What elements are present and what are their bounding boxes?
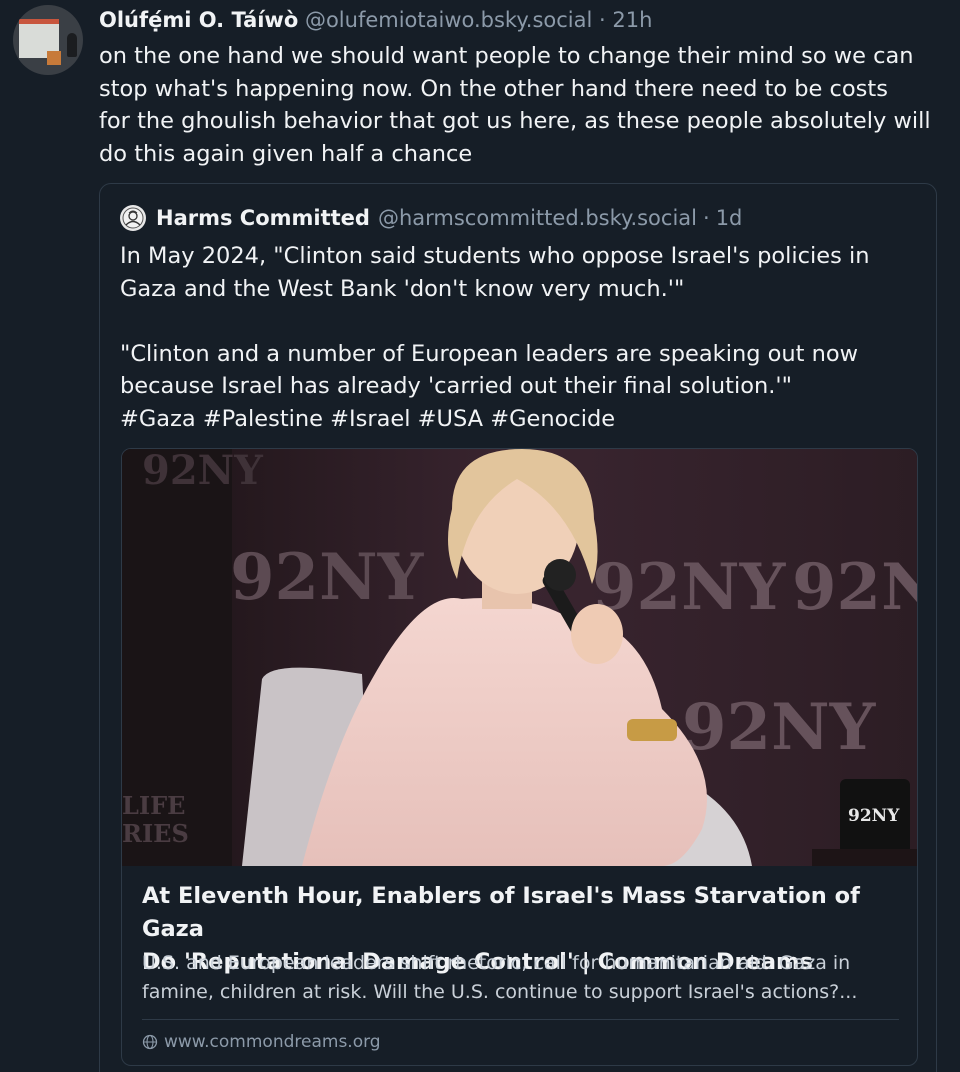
post-text: on the one hand we should want people to… [99, 43, 931, 167]
side-text-line-1: LIFE [122, 791, 185, 820]
separator-dot: · [599, 8, 606, 32]
link-card-description: U.S. and European leaders shift rhetoric… [142, 952, 858, 1003]
backdrop-logo-2: 92NY [592, 550, 787, 625]
side-text-line-2: RIES [122, 819, 189, 848]
author-name[interactable]: Olúfẹ́mi O. Táíwò [99, 8, 298, 32]
link-card-divider [142, 1019, 899, 1020]
quoted-post-text: In May 2024, "Clinton said students who … [120, 243, 870, 432]
backdrop-logo-5: 92NY [142, 449, 263, 494]
backdrop-logo-3: 92NY [792, 550, 918, 625]
link-card-domain-row[interactable]: www.commondreams.org [142, 1030, 381, 1054]
globe-icon [142, 1034, 158, 1050]
quoted-post-header: Harms Committed @harmscommitted.bsky.soc… [120, 204, 742, 232]
quoted-author-name[interactable]: Harms Committed [156, 204, 370, 232]
link-card-image[interactable]: 92NY 92NY 92NY 92NY 92NY LIFE RIES [122, 449, 918, 866]
avatar-podium [47, 51, 61, 65]
portrait-icon [122, 207, 144, 229]
link-card[interactable]: 92NY 92NY 92NY 92NY 92NY LIFE RIES [121, 448, 918, 1066]
post-header: Olúfẹ́mi O. Táíwò @olufemiotaiwo.bsky.so… [99, 6, 652, 34]
link-card-photo: 92NY 92NY 92NY 92NY 92NY LIFE RIES [122, 449, 918, 866]
link-card-domain: www.commondreams.org [164, 1032, 381, 1052]
post: Olúfẹ́mi O. Táíwò @olufemiotaiwo.bsky.so… [0, 0, 960, 1072]
author-avatar[interactable] [13, 5, 83, 75]
backdrop-logo-1: 92NY [230, 540, 425, 615]
avatar-person [67, 33, 77, 57]
quoted-separator-dot: · [703, 206, 710, 230]
backdrop-side-text: LIFE RIES [122, 791, 194, 848]
quoted-post-time[interactable]: 1d [716, 204, 743, 232]
backdrop-logo-4: 92NY [682, 690, 877, 765]
post-time[interactable]: 21h [612, 8, 652, 32]
quoted-post[interactable]: Harms Committed @harmscommitted.bsky.soc… [99, 183, 937, 1072]
quoted-author-handle[interactable]: @harmscommitted.bsky.social [378, 204, 697, 232]
quoted-author-avatar[interactable] [120, 205, 146, 231]
mug-logo: 92NY [848, 806, 900, 826]
author-handle[interactable]: @olufemiotaiwo.bsky.social [305, 8, 592, 32]
